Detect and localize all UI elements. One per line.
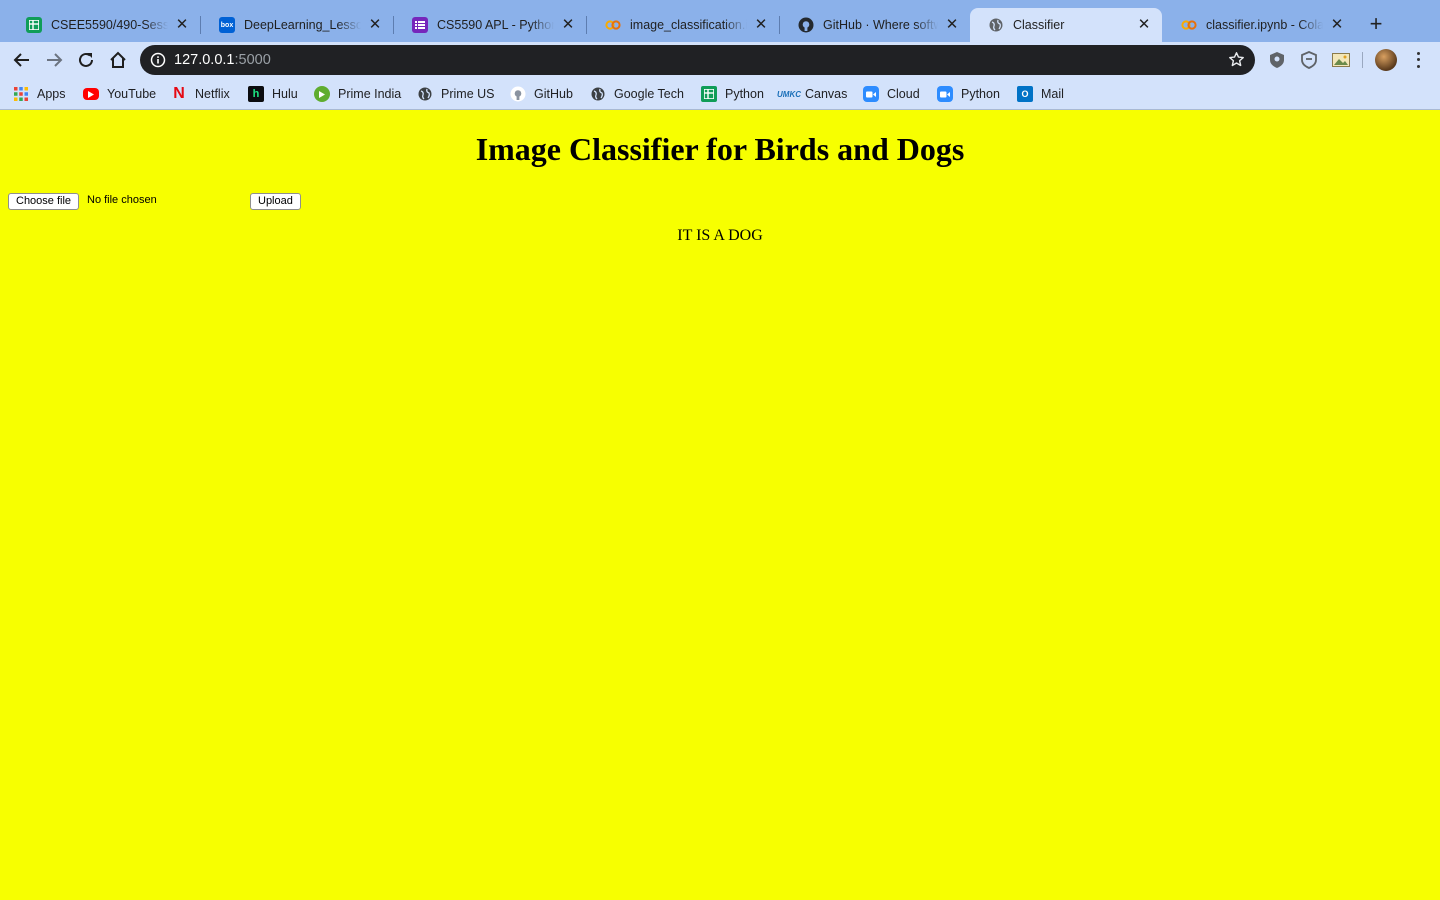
tab-deeplearning[interactable]: box DeepLearning_Lesson ✕: [201, 8, 393, 42]
zoom-icon: [937, 86, 953, 102]
home-button[interactable]: [105, 47, 131, 73]
toolbar-divider: [1362, 52, 1363, 68]
tab-image-classification[interactable]: image_classification.ipynb ✕: [587, 8, 779, 42]
tab-title: Classifier: [1013, 18, 1065, 32]
home-icon: [110, 51, 126, 68]
bookmark-netflix[interactable]: N Netflix: [171, 85, 230, 103]
bookmark-python-sheets[interactable]: Python: [701, 85, 764, 103]
close-tab-icon[interactable]: ✕: [1329, 17, 1345, 33]
browser-toolbar: 127.0.0.1:5000: [0, 42, 1440, 78]
page-content: Image Classifier for Birds and Dogs Choo…: [0, 111, 1440, 900]
bookmark-apps[interactable]: Apps: [13, 85, 66, 103]
bookmark-label: Prime India: [338, 87, 402, 101]
tab-title: CSEE5590/490-Session: [51, 18, 168, 32]
globe-icon: [590, 86, 606, 102]
bookmark-canvas[interactable]: UMKC Canvas: [777, 85, 848, 103]
bookmark-star-icon[interactable]: [1228, 51, 1245, 73]
hulu-icon: h: [248, 86, 264, 102]
bookmark-mail[interactable]: O Mail: [1017, 85, 1064, 103]
bookmark-label: Apps: [37, 87, 66, 101]
colab-icon: [1181, 17, 1197, 33]
url-host: 127.0.0.1: [174, 52, 235, 68]
bookmark-label: Netflix: [195, 87, 230, 101]
bookmark-prime-us[interactable]: Prime US: [417, 85, 494, 103]
umkc-icon: UMKC: [777, 89, 801, 99]
bookmark-python-zoom[interactable]: Python: [937, 85, 1000, 103]
close-tab-icon[interactable]: ✕: [753, 17, 769, 33]
tab-csee5590[interactable]: CSEE5590/490-Session ✕: [8, 8, 200, 42]
close-tab-icon[interactable]: ✕: [944, 17, 960, 33]
address-bar[interactable]: 127.0.0.1:5000: [140, 45, 1255, 75]
tab-title: GitHub · Where software: [823, 18, 938, 32]
reload-icon: [79, 52, 93, 67]
profile-avatar[interactable]: [1375, 49, 1397, 71]
prime-video-icon: [314, 86, 330, 102]
bookmark-label: Cloud: [887, 87, 920, 101]
tab-cs5590[interactable]: CS5590 APL - Python ✕: [394, 8, 586, 42]
image-extension-icon[interactable]: [1332, 51, 1350, 69]
arrow-right-icon: [47, 53, 63, 67]
netflix-icon: N: [173, 85, 185, 102]
url-port: :5000: [234, 52, 271, 68]
bookmark-label: Google Tech: [614, 87, 684, 101]
upload-button[interactable]: Upload: [250, 193, 301, 210]
bookmark-label: Prime US: [441, 87, 495, 101]
tab-title: DeepLearning_Lesson: [244, 18, 361, 32]
reload-button[interactable]: [73, 47, 99, 73]
file-status-text: No file chosen: [87, 194, 157, 206]
bookmark-label: Python: [725, 87, 764, 101]
bookmark-label: Mail: [1041, 87, 1064, 101]
privacy-badger-icon[interactable]: [1300, 51, 1318, 69]
bookmark-github[interactable]: GitHub: [510, 85, 573, 103]
outlook-icon: O: [1017, 86, 1033, 102]
close-tab-icon[interactable]: ✕: [560, 17, 576, 33]
globe-icon: [417, 86, 433, 102]
bookmark-prime-india[interactable]: Prime India: [314, 85, 401, 103]
tab-github[interactable]: GitHub · Where software ✕: [780, 8, 970, 42]
bookmark-label: GitHub: [534, 87, 573, 101]
info-icon[interactable]: [150, 52, 166, 73]
youtube-icon: [83, 88, 99, 100]
bookmark-google-tech[interactable]: Google Tech: [590, 85, 684, 103]
new-tab-button[interactable]: +: [1364, 12, 1388, 36]
colab-icon: [605, 17, 621, 33]
close-tab-icon[interactable]: ✕: [174, 17, 190, 33]
arrow-left-icon: [13, 53, 29, 67]
choose-file-button[interactable]: Choose file: [8, 193, 80, 210]
bookmark-label: Canvas: [805, 87, 848, 101]
github-icon: [798, 17, 814, 33]
classification-result: IT IS A DOG: [677, 227, 763, 244]
bookmark-label: YouTube: [107, 87, 157, 101]
google-sheets-icon: [26, 17, 42, 33]
shield-extension-icon[interactable]: [1268, 51, 1286, 69]
github-icon: [510, 86, 526, 102]
close-tab-icon[interactable]: ✕: [1136, 17, 1152, 33]
bookmark-label: Hulu: [272, 87, 298, 101]
google-forms-icon: [412, 17, 428, 33]
tab-classifier[interactable]: Classifier ✕: [970, 8, 1162, 42]
apps-grid-icon: [13, 86, 29, 102]
tab-title: classifier.ipynb - Colab: [1206, 18, 1323, 32]
page-title: Image Classifier for Birds and Dogs: [475, 131, 965, 167]
menu-kebab-icon[interactable]: [1411, 50, 1425, 70]
globe-icon: [988, 17, 1004, 33]
tab-title: image_classification.ipynb: [630, 18, 747, 32]
url-text: 127.0.0.1:5000: [174, 52, 271, 68]
box-icon: box: [219, 17, 235, 33]
zoom-icon: [863, 86, 879, 102]
bookmarks-bar: Apps YouTube N Netflix h Hulu Prime Indi…: [0, 78, 1440, 110]
tab-classifier-colab[interactable]: classifier.ipynb - Colab ✕: [1163, 8, 1355, 42]
bookmark-label: Python: [961, 87, 1000, 101]
bookmark-hulu[interactable]: h Hulu: [248, 85, 298, 103]
bookmark-cloud[interactable]: Cloud: [863, 85, 920, 103]
tab-title: CS5590 APL - Python: [437, 18, 554, 32]
tab-strip: CSEE5590/490-Session ✕ box DeepLearning_…: [0, 0, 1440, 42]
forward-button[interactable]: [41, 47, 67, 73]
back-button[interactable]: [9, 47, 35, 73]
close-tab-icon[interactable]: ✕: [367, 17, 383, 33]
bookmark-youtube[interactable]: YouTube: [83, 85, 156, 103]
google-sheets-icon: [701, 86, 717, 102]
